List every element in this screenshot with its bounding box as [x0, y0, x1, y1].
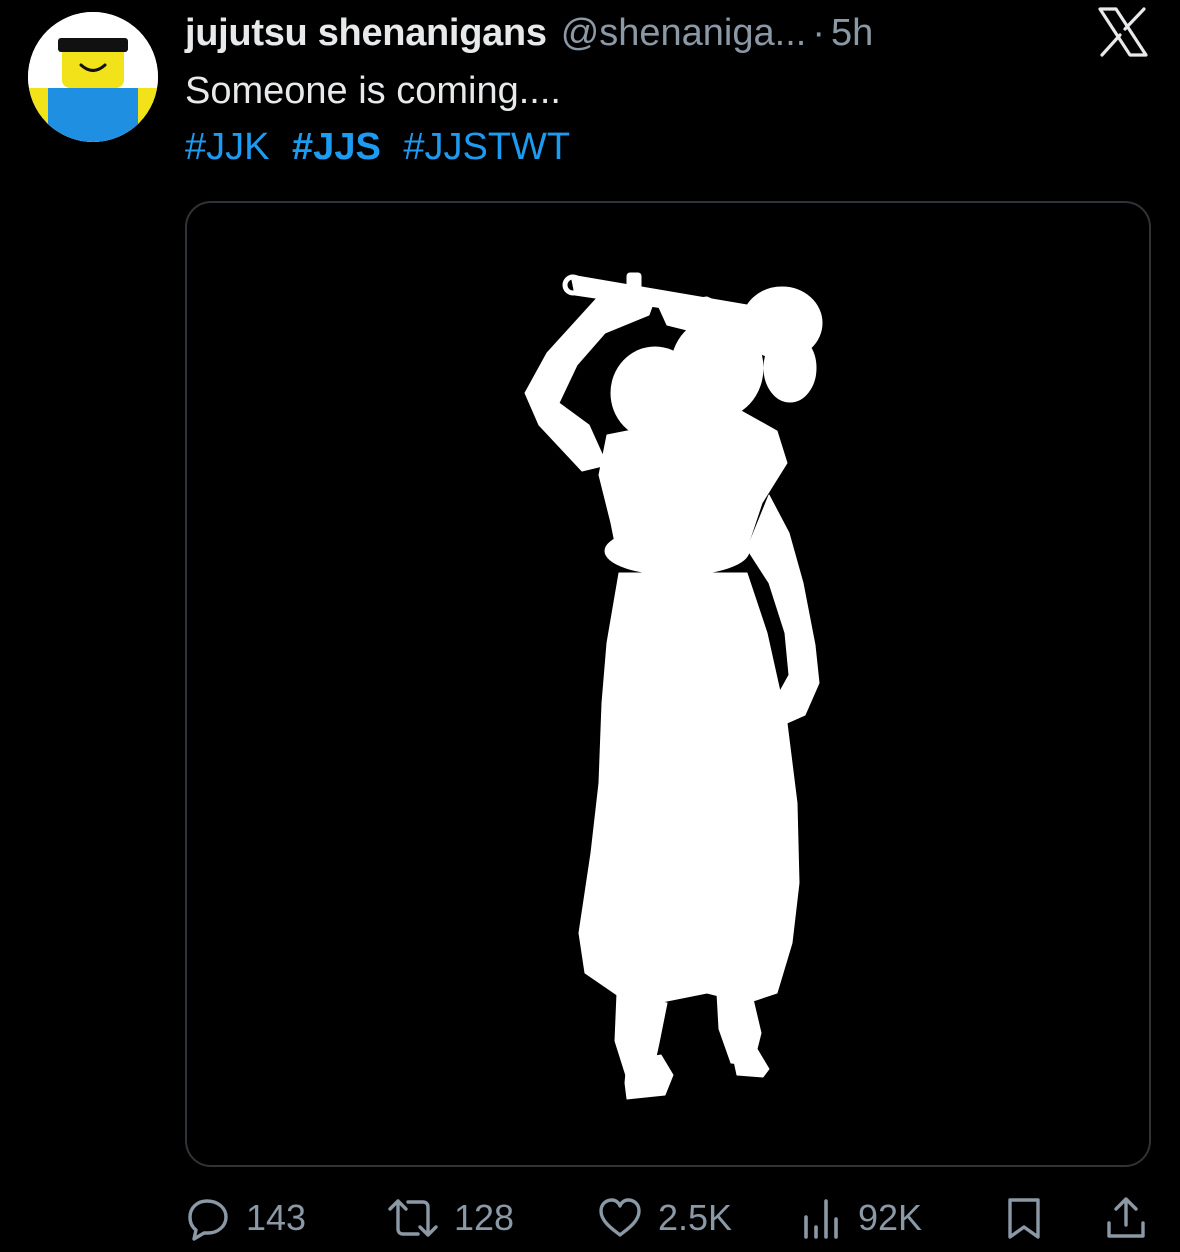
heart-icon: [599, 1198, 641, 1237]
tweet-timestamp[interactable]: 5h: [831, 8, 873, 58]
retweet-button[interactable]: 128: [386, 1190, 514, 1246]
views-button[interactable]: 92K: [800, 1190, 922, 1246]
roblox-avatar-icon: [28, 12, 158, 142]
silhouette-figure-icon: [524, 272, 823, 1100]
like-count: 2.5K: [658, 1197, 733, 1238]
hashtag-link[interactable]: #JJK: [185, 126, 269, 168]
reply-count: 143: [246, 1197, 307, 1238]
x-logo-icon[interactable]: [1096, 6, 1150, 58]
reply-button[interactable]: 143: [186, 1190, 306, 1246]
author-handle[interactable]: @shenaniga...: [561, 8, 807, 58]
hashtag-link[interactable]: #JJS: [292, 126, 381, 168]
author-display-name[interactable]: jujutsu shenanigans: [185, 8, 547, 58]
bookmark-icon: [1008, 1198, 1040, 1239]
tweet-header: jujutsu shenanigans @shenaniga... · 5h: [185, 8, 1080, 58]
avatar[interactable]: [28, 12, 158, 142]
views-icon: [804, 1199, 838, 1239]
hashtag-list: #JJK #JJS #JJSTWT: [185, 122, 582, 172]
share-button[interactable]: [1104, 1190, 1148, 1246]
tweet-action-bar: 143 128 2.5K 92K: [186, 1190, 1150, 1246]
retweet-count: 128: [454, 1197, 515, 1238]
views-count: 92K: [858, 1197, 923, 1238]
header-separator: ·: [812, 12, 825, 54]
bookmark-button[interactable]: [1004, 1190, 1044, 1246]
tweet-media-image[interactable]: [185, 201, 1151, 1167]
hashtag-link[interactable]: #JJSTWT: [403, 126, 570, 168]
like-button[interactable]: 2.5K: [596, 1190, 732, 1246]
tweet-text: Someone is coming....: [185, 70, 561, 112]
retweet-icon: [388, 1199, 438, 1237]
reply-icon: [188, 1199, 228, 1241]
share-icon: [1107, 1197, 1145, 1238]
